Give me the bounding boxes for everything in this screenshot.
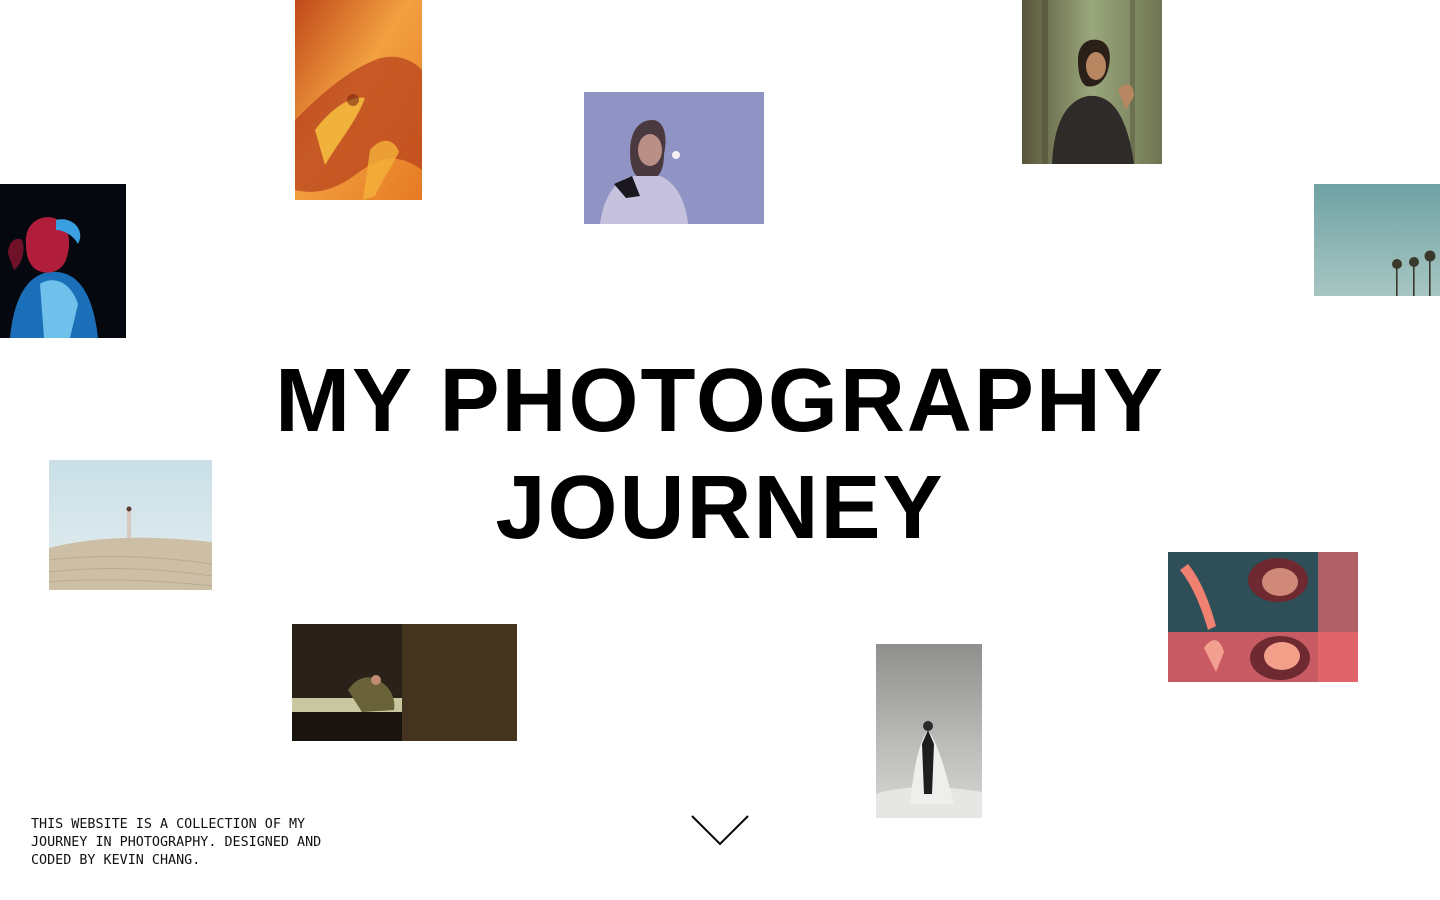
photo-black-white-desert[interactable] xyxy=(876,644,982,818)
hero-title: MY PHOTOGRAPHY JOURNEY xyxy=(0,348,1440,562)
photo-orange-hand[interactable] xyxy=(295,0,422,200)
hero-title-line-1: MY PHOTOGRAPHY xyxy=(275,351,1165,451)
photo-dark-room[interactable] xyxy=(292,624,517,741)
photo-green-curtain-portrait[interactable] xyxy=(1022,0,1162,164)
chevron-down-icon xyxy=(691,815,749,846)
photo-lavender-portrait[interactable] xyxy=(584,92,764,224)
photo-neon-portrait[interactable] xyxy=(0,184,126,338)
hero-title-line-2: JOURNEY xyxy=(495,458,945,558)
photo-palm-trees[interactable] xyxy=(1314,184,1440,296)
photo-red-reflection-portrait[interactable] xyxy=(1168,552,1358,682)
site-description: THIS WEBSITE IS A COLLECTION OF MY JOURN… xyxy=(31,817,322,868)
scroll-down-button[interactable] xyxy=(690,812,750,848)
